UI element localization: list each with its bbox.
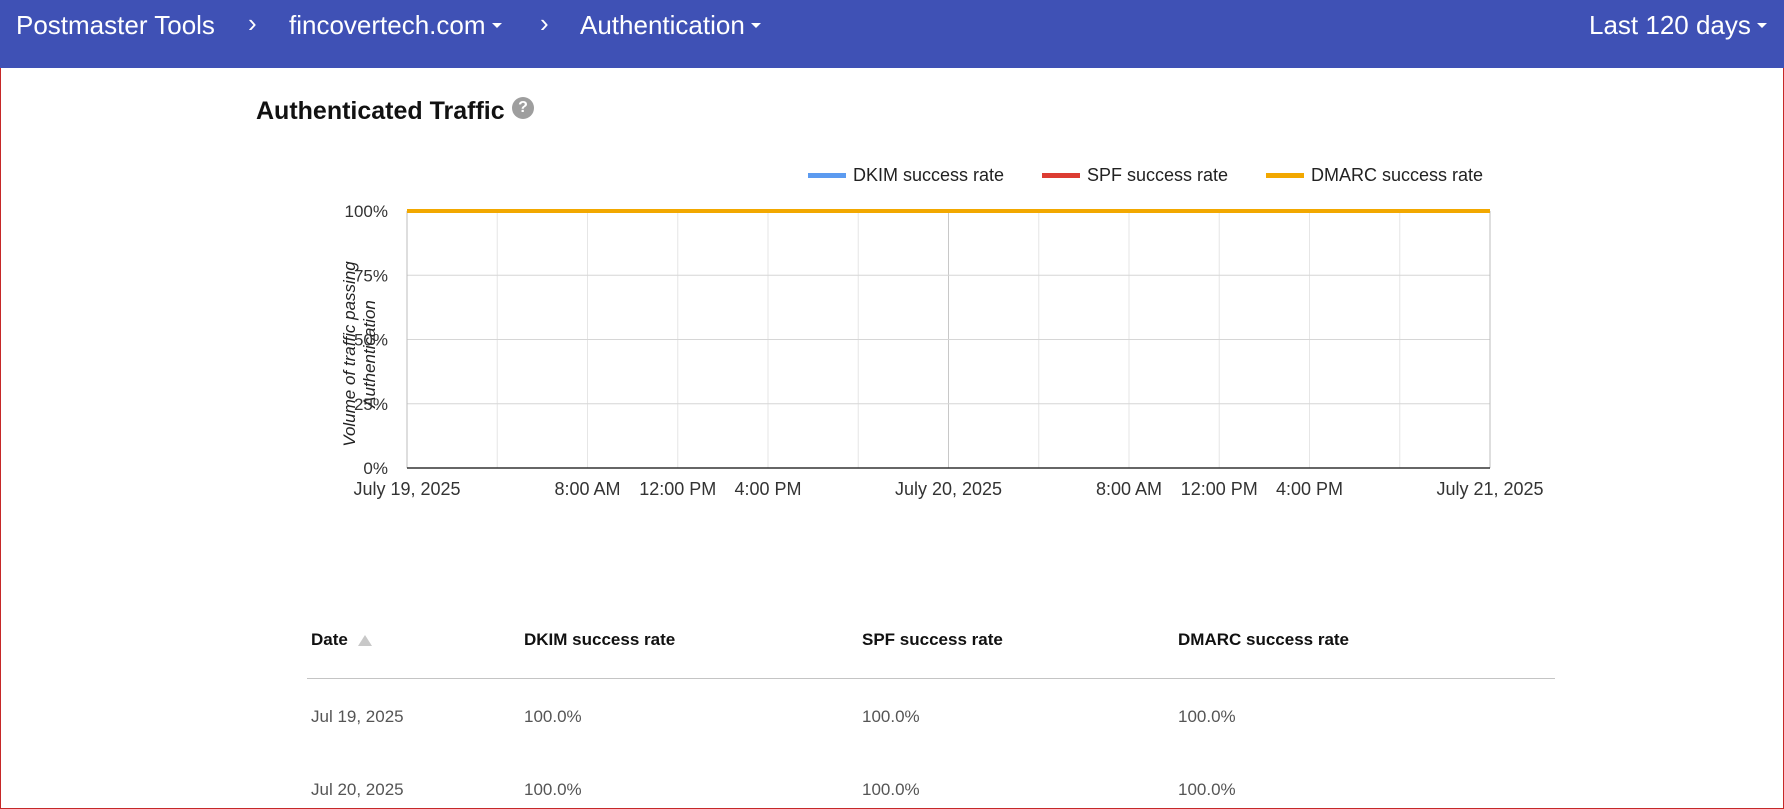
table-cell-dkim: 100.0% bbox=[524, 780, 582, 799]
y-tick-label: 75% bbox=[354, 266, 388, 285]
x-tick-label: 12:00 PM bbox=[1181, 479, 1258, 499]
x-tick-label: 4:00 PM bbox=[734, 479, 801, 499]
table-header-divider bbox=[307, 678, 1555, 679]
x-tick-label: July 20, 2025 bbox=[895, 479, 1002, 499]
y-tick-label: 50% bbox=[354, 331, 388, 350]
x-tick-label: 4:00 PM bbox=[1276, 479, 1343, 499]
x-tick-label: 8:00 AM bbox=[554, 479, 620, 499]
col-header-dmarc[interactable]: DMARC success rate bbox=[1178, 630, 1349, 650]
x-tick-label: 12:00 PM bbox=[639, 479, 716, 499]
col-header-dkim[interactable]: DKIM success rate bbox=[524, 630, 675, 650]
authenticated-traffic-chart: 100% 75% 50% 25% 0%July 19, 2025 8:00 AM 12:00… bbox=[345, 202, 1544, 499]
x-tick-label: July 19, 2025 bbox=[353, 479, 460, 499]
y-tick-label: 0% bbox=[363, 459, 388, 478]
table-cell-spf: 100.0% bbox=[862, 707, 920, 726]
y-tick-label: 25% bbox=[354, 395, 388, 414]
col-header-spf[interactable]: SPF success rate bbox=[862, 630, 1003, 650]
col-header-date-label: Date bbox=[311, 630, 348, 649]
x-tick-label: July 21, 2025 bbox=[1436, 479, 1543, 499]
y-tick-label: 100% bbox=[345, 202, 388, 221]
sort-ascending-icon[interactable] bbox=[357, 635, 372, 647]
table-cell-dmarc: 100.0% bbox=[1178, 707, 1236, 726]
table-cell-dmarc: 100.0% bbox=[1178, 780, 1236, 799]
table-cell-date: Jul 19, 2025 bbox=[311, 707, 404, 726]
col-header-date[interactable]: Date bbox=[311, 630, 372, 650]
table-cell-dkim: 100.0% bbox=[524, 707, 582, 726]
table-cell-date: Jul 20, 2025 bbox=[311, 780, 404, 799]
x-tick-label: 8:00 AM bbox=[1096, 479, 1162, 499]
table-cell-spf: 100.0% bbox=[862, 780, 920, 799]
